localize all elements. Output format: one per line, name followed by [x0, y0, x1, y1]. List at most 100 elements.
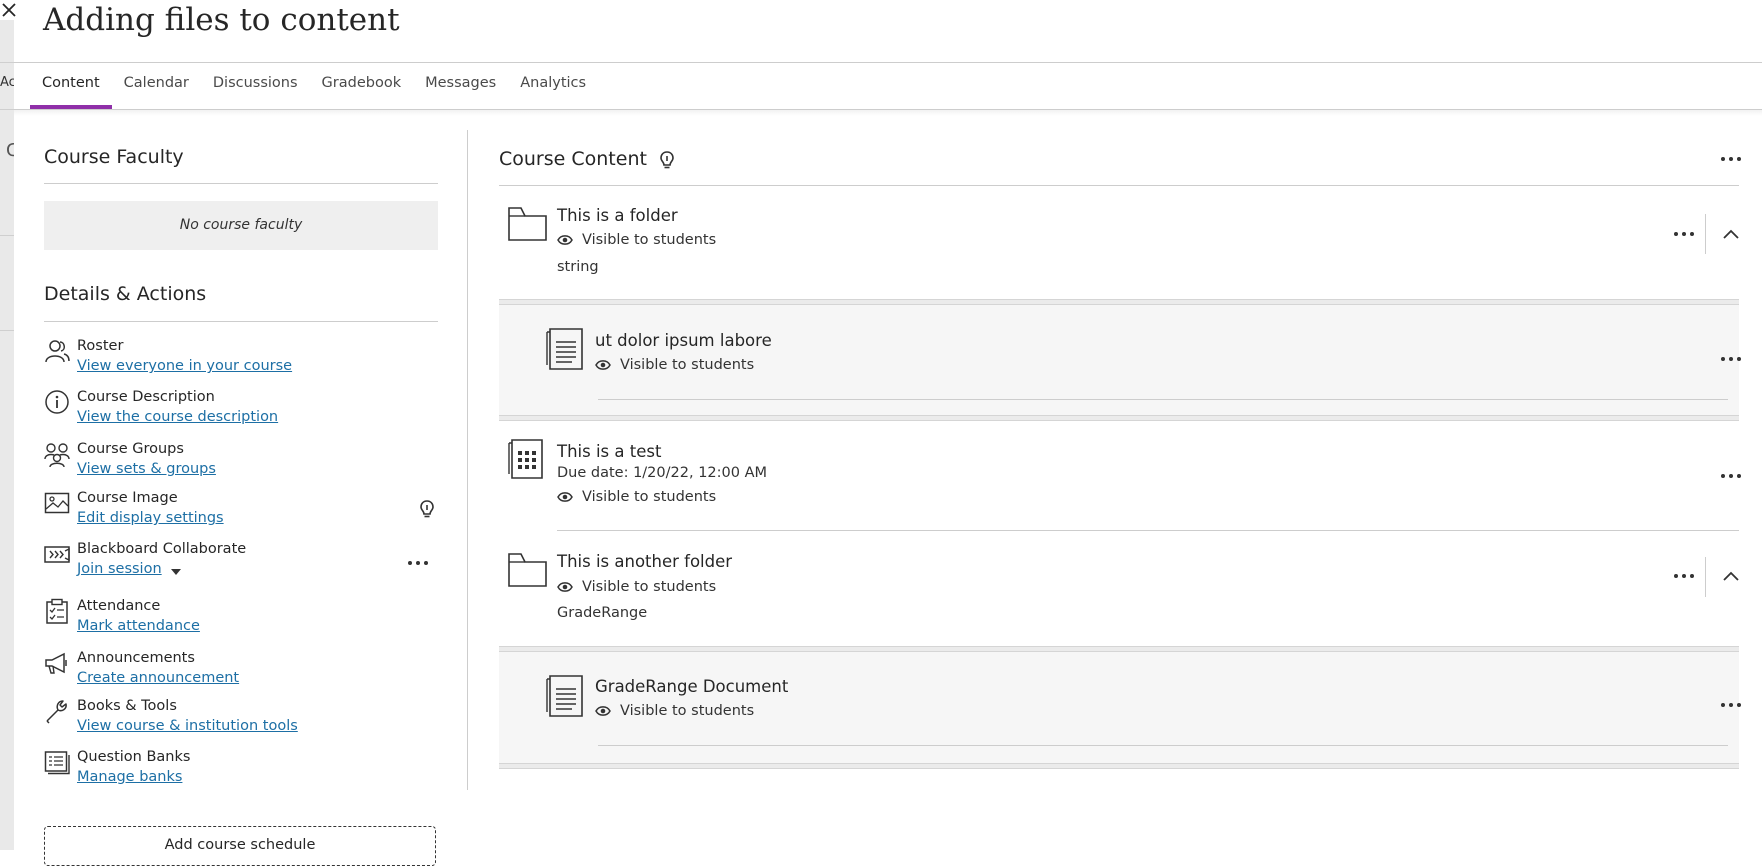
course-image-title: Course Image [77, 490, 178, 506]
question-bank-icon [44, 751, 70, 775]
folder-more-button[interactable] [1674, 572, 1694, 580]
course-tabs: Content Calendar Discussions Gradebook M… [30, 63, 598, 109]
folder-icon [508, 207, 547, 241]
collaborate-icon [44, 546, 70, 563]
course-description-item: Course Description View the course descr… [44, 389, 438, 433]
chevron-up-icon[interactable] [1721, 224, 1741, 244]
books-tools-title: Books & Tools [77, 698, 177, 714]
content-item-title[interactable]: This is a test [557, 442, 661, 461]
tab-calendar[interactable]: Calendar [112, 63, 201, 109]
eye-icon [595, 706, 611, 716]
folder-more-button[interactable] [1674, 230, 1694, 238]
bg-divider [0, 109, 14, 110]
announcements-link[interactable]: Create announcement [77, 670, 239, 686]
attendance-item: Attendance Mark attendance [44, 598, 438, 642]
visibility-label: Visible to students [582, 579, 717, 595]
roster-icon [45, 340, 70, 363]
folder-icon [508, 553, 547, 587]
roster-link[interactable]: View everyone in your course [77, 358, 292, 374]
roster-title: Roster [77, 338, 124, 354]
course-description-title: Course Description [77, 389, 215, 405]
details-divider [44, 321, 438, 322]
chevron-up-icon[interactable] [1721, 566, 1741, 586]
due-date: Due date: 1/20/22, 12:00 AM [557, 465, 768, 481]
bg-divider [0, 62, 14, 63]
attendance-icon [46, 598, 68, 624]
tabs-shadow [14, 110, 1762, 116]
course-panel: Adding files to content Content Calendar… [14, 0, 1762, 866]
eye-icon [557, 492, 573, 502]
eye-icon [557, 235, 573, 245]
roster-item: Roster View everyone in your course [44, 338, 438, 382]
content-item-description: GradeRange [557, 605, 648, 621]
item-divider [557, 530, 1739, 531]
page-title: Adding files to content [43, 2, 400, 38]
announcements-item: Announcements Create announcement [44, 650, 438, 694]
tab-content[interactable]: Content [30, 63, 112, 109]
course-content-heading: Course Content [499, 148, 647, 170]
faculty-heading: Course Faculty [44, 146, 184, 168]
announcements-title: Announcements [77, 650, 195, 666]
content-item-description: string [557, 259, 599, 275]
close-icon [1, 3, 16, 17]
document-more-button[interactable] [1721, 701, 1741, 709]
books-tools-item: Books & Tools View course & institution … [44, 698, 438, 742]
visibility-label: Visible to students [582, 232, 717, 248]
visibility-status[interactable]: Visible to students [557, 232, 716, 248]
course-image-item: Course Image Edit display settings [44, 490, 438, 534]
faculty-divider [44, 183, 438, 184]
image-icon [44, 492, 70, 514]
add-course-schedule-button[interactable]: Add course schedule [44, 826, 436, 866]
lightbulb-icon[interactable] [420, 500, 434, 519]
info-icon [45, 390, 69, 414]
item-divider [598, 745, 1728, 746]
visibility-status[interactable]: Visible to students [595, 703, 754, 719]
course-image-link[interactable]: Edit display settings [77, 510, 224, 526]
visibility-status[interactable]: Visible to students [595, 357, 754, 373]
bg-divider [0, 235, 14, 236]
groups-icon [44, 443, 70, 467]
folder-band [499, 763, 1739, 769]
wrench-icon [46, 700, 67, 724]
content-item-title[interactable]: ut dolor ipsum labore [595, 331, 772, 350]
course-content-more-button[interactable] [1721, 155, 1741, 163]
tab-gradebook[interactable]: Gradebook [310, 63, 414, 109]
eye-icon [557, 582, 573, 592]
content-item-title[interactable]: GradeRange Document [595, 677, 788, 696]
course-groups-title: Course Groups [77, 441, 184, 457]
course-content-title: Course Content [499, 148, 647, 170]
books-tools-link[interactable]: View course & institution tools [77, 718, 298, 734]
test-icon [508, 439, 543, 479]
course-description-link[interactable]: View the course description [77, 409, 278, 425]
details-heading: Details & Actions [44, 283, 207, 305]
folder-actions-divider [1705, 557, 1706, 597]
bg-divider [0, 330, 14, 331]
collaborate-item: Blackboard Collaborate Join session [44, 541, 438, 585]
folder-contents: GradeRange Document Visible to students [499, 652, 1741, 763]
column-divider [467, 130, 468, 790]
tab-messages[interactable]: Messages [413, 63, 508, 109]
question-banks-link[interactable]: Manage banks [77, 769, 182, 785]
close-button[interactable] [0, 0, 17, 20]
course-groups-link[interactable]: View sets & groups [77, 461, 216, 477]
question-banks-item: Question Banks Manage banks [44, 749, 438, 793]
document-more-button[interactable] [1721, 355, 1741, 363]
chevron-down-icon[interactable] [171, 569, 181, 575]
visibility-status[interactable]: Visible to students [557, 579, 716, 595]
attendance-link[interactable]: Mark attendance [77, 618, 200, 634]
join-session-link[interactable]: Join session [77, 561, 162, 577]
collaborate-more-button[interactable] [408, 559, 428, 567]
content-item-title[interactable]: This is a folder [557, 206, 678, 225]
folder-actions-divider [1705, 214, 1706, 254]
test-more-button[interactable] [1721, 472, 1741, 480]
megaphone-icon [45, 652, 67, 674]
collaborate-title: Blackboard Collaborate [77, 541, 247, 557]
course-groups-item: Course Groups View sets & groups [44, 441, 438, 485]
document-icon [546, 328, 583, 370]
visibility-status[interactable]: Visible to students [557, 489, 716, 505]
attendance-title: Attendance [77, 598, 161, 614]
tab-analytics[interactable]: Analytics [508, 63, 598, 109]
lightbulb-icon[interactable] [660, 151, 674, 170]
content-item-title[interactable]: This is another folder [557, 552, 732, 571]
tab-discussions[interactable]: Discussions [201, 63, 310, 109]
